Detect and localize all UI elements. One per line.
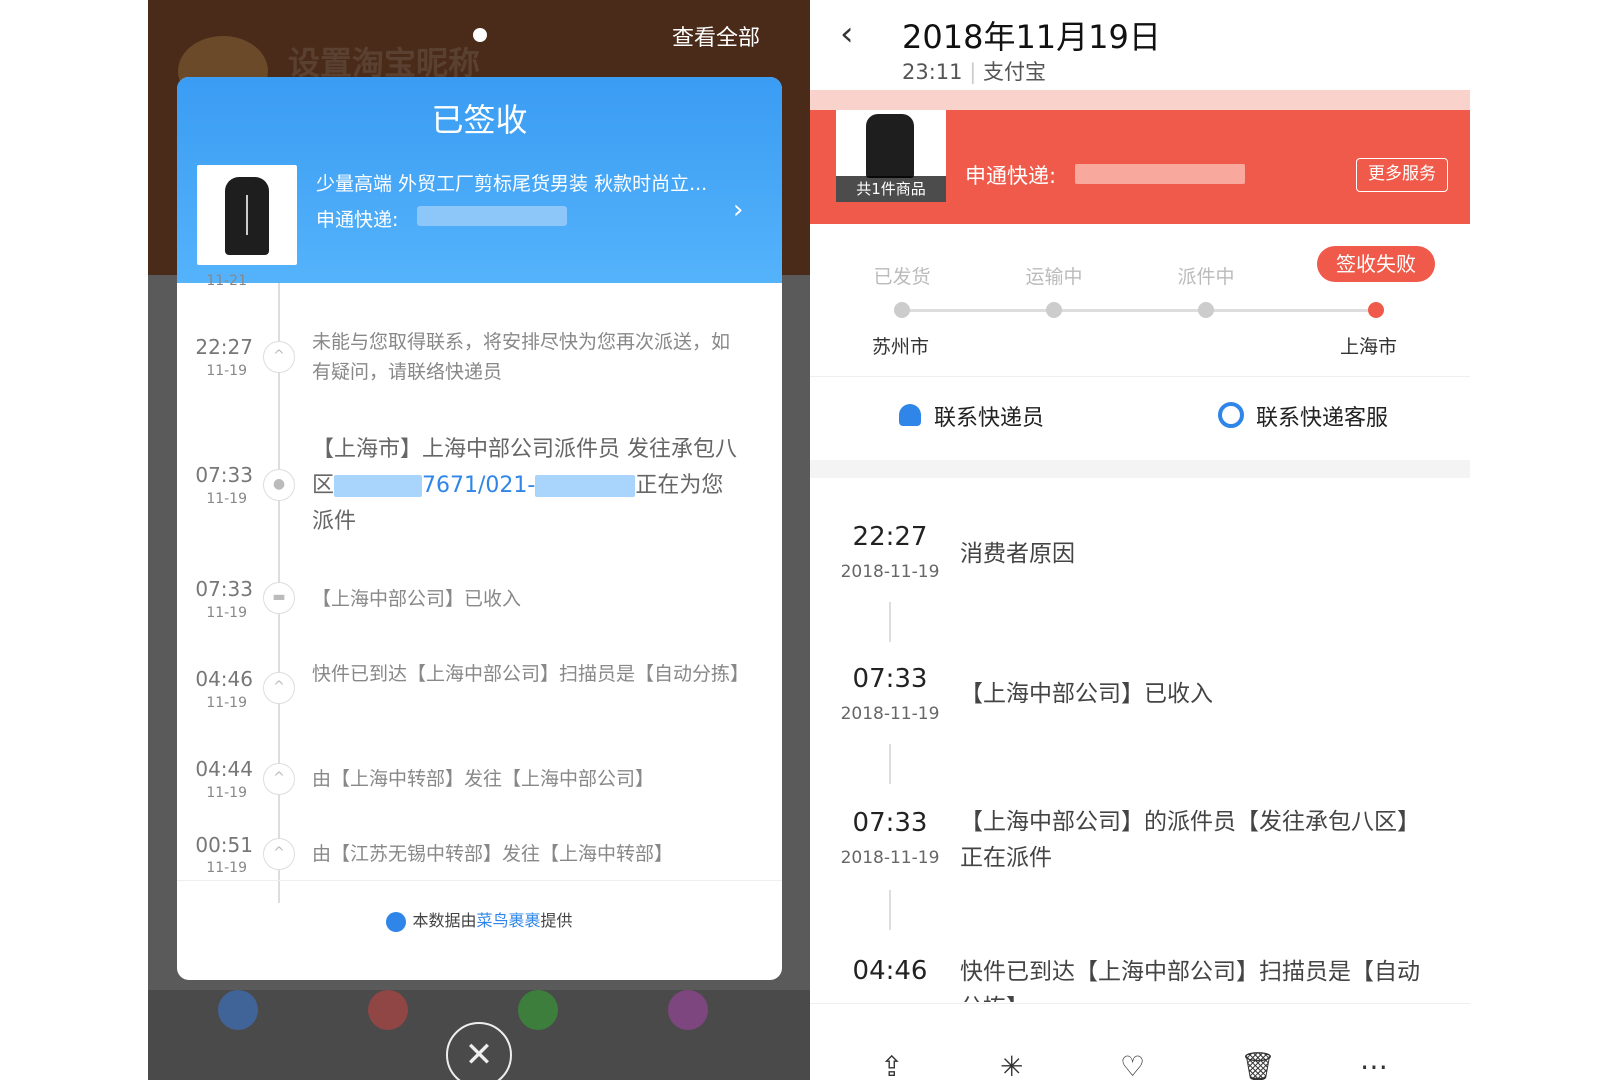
event-time: 04:46 [195, 667, 253, 691]
headset-icon [1218, 402, 1244, 428]
event-time: 00:51 [195, 833, 253, 857]
logistics-card: 已签收 少量高端 外贸工厂剪标尾货男装 秋款时尚立... 申通快递: › 11-… [177, 77, 782, 980]
event-date: 11-19 [206, 363, 247, 379]
footer-suffix: 提供 [540, 911, 573, 930]
step-dot [1046, 302, 1062, 318]
step-dot-active [1368, 302, 1384, 318]
contact-courier-button[interactable]: 联系快递员 [934, 400, 1044, 432]
event-text: 【上海中部公司】已收入 [960, 681, 1213, 707]
event-text: 快件已到达【上海中部公司】扫描员是【自动分拣】 [960, 959, 1420, 1002]
divider [810, 1003, 1470, 1004]
event-date: 2018-11-19 [840, 704, 940, 724]
chevron-up-icon: ^ [263, 763, 295, 795]
event-date: 11-19 [206, 860, 247, 876]
product-thumbnail [197, 165, 297, 265]
event-time: 22:27 [852, 522, 928, 552]
destination-city: 上海市 [1340, 336, 1398, 358]
step-dot [1198, 302, 1214, 318]
close-icon[interactable]: ✕ [446, 1022, 512, 1080]
event-text: 消费者原因 [960, 541, 1075, 567]
phone-redacted [334, 475, 423, 497]
carrier-label: 申通快递: [316, 209, 399, 231]
header-source: 支付宝 [982, 60, 1046, 84]
event-text: 由【江苏无锡中转部】发往【上海中转部】 [312, 843, 674, 865]
chevron-right-icon[interactable]: › [733, 195, 743, 225]
more-icon[interactable]: ⋯ [1360, 1050, 1388, 1080]
event-date: 11-19 [206, 785, 247, 801]
divider [177, 880, 782, 881]
timeline-segment [889, 602, 891, 642]
event-date: 11-19 [206, 695, 247, 711]
step-dot [894, 302, 910, 318]
event-date: 11-19 [206, 605, 247, 621]
share-icon[interactable]: ⇪ [880, 1050, 903, 1080]
person-icon [899, 404, 921, 426]
phone-redacted [535, 475, 636, 497]
sparkle-icon[interactable]: ✳ [1000, 1050, 1023, 1080]
chevron-up-icon: ^ [263, 838, 295, 870]
timeline-segment [889, 744, 891, 784]
event-text: 【上海市】上海中部公司派件员 发往承包八区 7671/021- 正在为您派件 [312, 432, 742, 540]
truck-icon: ▬ [263, 582, 295, 614]
event-time: 07:33 [852, 664, 928, 694]
contact-service-button[interactable]: 联系快递客服 [1256, 400, 1388, 432]
chevron-up-icon: ^ [263, 672, 295, 704]
phone-partial[interactable]: 7671/021- [422, 473, 535, 498]
step-delivery-failed-badge: 签收失败 [1317, 246, 1435, 282]
app-icon [218, 990, 258, 1030]
event-date: 11-19 [206, 491, 247, 507]
view-all-link[interactable]: 查看全部 [672, 20, 760, 52]
tracking-number-redacted [1075, 164, 1245, 184]
event-time: 07:33 [195, 577, 253, 601]
tracking-popup-screen: 设置淘宝昵称 查看全部 ✕ 已签收 少量高端 外贸工厂剪标尾货男装 秋款时尚立.… [148, 0, 810, 1080]
cainiao-logo-icon [386, 911, 407, 932]
courier-icon: ● [263, 469, 295, 501]
step-delivering: 派件中 [1177, 266, 1235, 288]
timeline-segment [889, 890, 891, 930]
page-indicator-dot [473, 28, 487, 42]
footer-brand[interactable]: 菜鸟裹裹 [476, 911, 540, 930]
origin-city: 苏州市 [872, 336, 930, 358]
event-text: 未能与您取得联系，将安排尽快为您再次派送，如有疑问，请联络快递员 [312, 331, 731, 383]
app-icon [368, 990, 408, 1030]
step-in-transit: 运输中 [1025, 266, 1083, 288]
card-header[interactable]: 已签收 少量高端 外贸工厂剪标尾货男装 秋款时尚立... 申通快递: › [177, 77, 782, 283]
tracking-number-redacted [417, 206, 567, 226]
back-arrow-icon[interactable]: ‹ [840, 14, 854, 54]
divider [810, 376, 1470, 377]
trash-icon[interactable]: 🗑 [1240, 1050, 1276, 1080]
event-time: 04:44 [195, 757, 253, 781]
app-icon [668, 990, 708, 1030]
event-time: 22:27 [195, 335, 253, 359]
event-text: 【上海中部公司】的派件员【发往承包八区】正在派件 [960, 809, 1420, 871]
event-text: 由【上海中转部】发往【上海中部公司】 [312, 768, 655, 790]
event-date: 11-21 [206, 273, 247, 289]
progress-line [905, 309, 1375, 312]
data-source-footer: 本数据由菜鸟裹裹提供 [177, 907, 782, 932]
event-date: 2018-11-19 [840, 562, 940, 582]
header-time: 23:11 [902, 60, 963, 84]
carrier-label: 申通快递: [965, 164, 1057, 188]
event-text: 【上海中部公司】已收入 [312, 588, 522, 610]
product-count: 共1件商品 [836, 176, 946, 202]
event-text: 快件已到达【上海中部公司】扫描员是【自动分拣】 [312, 663, 750, 685]
header-subtitle: 23:11 | 支付宝 [902, 60, 1046, 84]
section-gap [810, 460, 1470, 478]
footer-prefix: 本数据由 [412, 911, 477, 930]
event-time: 07:33 [195, 463, 253, 487]
step-shipped: 已发货 [873, 266, 931, 288]
order-detail-screen: ‹ 2018年11月19日 23:11 | 支付宝 共1件商品 申通快递: 更多… [810, 0, 1470, 1080]
event-time: 04:46 [852, 956, 928, 986]
card-title: 已签收 [431, 101, 528, 139]
chevron-up-icon: ^ [263, 341, 295, 373]
app-icon [518, 990, 558, 1030]
heart-icon[interactable]: ♡ [1120, 1050, 1145, 1080]
product-name: 少量高端 外贸工厂剪标尾货男装 秋款时尚立... [316, 173, 708, 195]
event-time: 07:33 [852, 808, 928, 838]
more-services-button[interactable]: 更多服务 [1356, 158, 1448, 192]
event-date: 2018-11-19 [840, 848, 940, 868]
page-title: 2018年11月19日 [902, 18, 1161, 56]
